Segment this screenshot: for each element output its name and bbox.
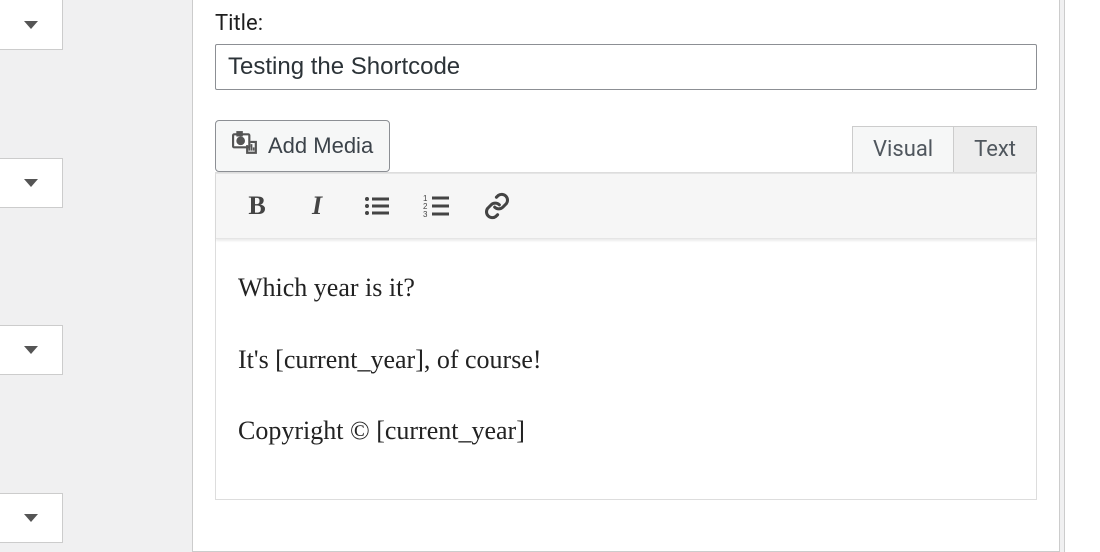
widget-editor-panel: Title: Add Media Visual Text B I [192,0,1060,552]
editor-toolbar: B I 1 2 3 [216,173,1036,239]
editor-content[interactable]: Which year is it? It's [current_year], o… [216,239,1036,499]
content-line-1: Which year is it? [238,269,1014,307]
widget-collapse-1[interactable] [0,0,63,50]
neighbor-panel-edge [1064,0,1100,552]
title-input[interactable] [215,44,1037,90]
chevron-down-icon [24,346,38,354]
bullet-list-button[interactable] [360,190,394,222]
chevron-down-icon [24,514,38,522]
title-label: Title: [215,11,1037,36]
content-line-3: Copyright © [current_year] [238,412,1014,450]
svg-text:3: 3 [423,210,428,218]
widget-collapse-2[interactable] [0,158,63,208]
tab-visual[interactable]: Visual [852,126,954,172]
content-line-2: It's [current_year], of course! [238,341,1014,379]
italic-button[interactable]: I [300,190,334,222]
add-media-label: Add Media [268,133,373,159]
link-button[interactable] [480,190,514,222]
numbered-list-button[interactable]: 1 2 3 [420,190,454,222]
add-media-button[interactable]: Add Media [215,120,390,172]
editor-topbar: Add Media Visual Text [215,120,1037,172]
chevron-down-icon [24,21,38,29]
editor-mode-tabs: Visual Text [852,126,1037,172]
chevron-down-icon [24,179,38,187]
tab-text[interactable]: Text [954,126,1037,172]
widget-collapse-3[interactable] [0,325,63,375]
bold-button[interactable]: B [240,190,274,222]
camera-media-icon [232,131,258,161]
editor-container: B I 1 2 3 [215,172,1037,500]
widget-sidebar [0,0,65,542]
widget-collapse-4[interactable] [0,493,63,543]
